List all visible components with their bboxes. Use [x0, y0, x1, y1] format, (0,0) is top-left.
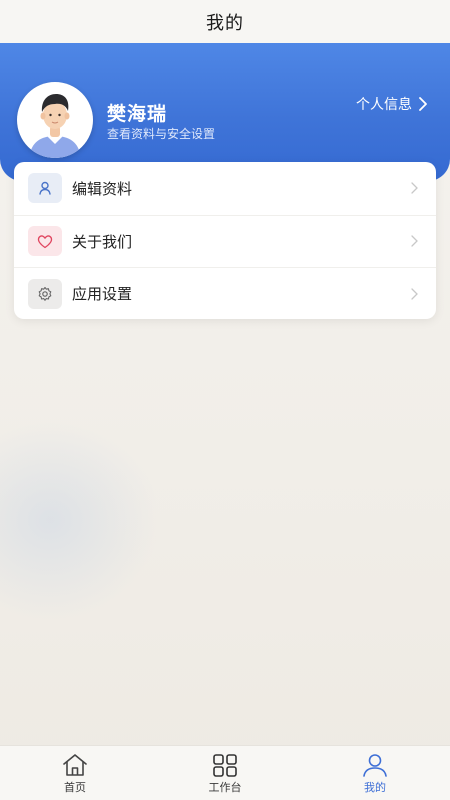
app-screen: 我的 樊海瑞 查看资料与安全设置 个人信息 编辑资料 关于我们 应用设置 首页 …: [0, 0, 450, 800]
menu-item-label: 编辑资料: [72, 179, 133, 198]
tab-label: 首页: [64, 781, 86, 794]
user-icon: [28, 173, 62, 204]
menu-card: 编辑资料 关于我们 应用设置: [14, 162, 436, 319]
menu-item-label: 应用设置: [72, 285, 133, 304]
personal-info-link[interactable]: 个人信息: [356, 94, 428, 114]
chevron-right-icon: [411, 288, 418, 300]
menu-item-label: 关于我们: [72, 232, 133, 251]
personal-info-label: 个人信息: [356, 97, 412, 113]
chevron-right-icon: [419, 97, 427, 111]
avatar[interactable]: [17, 82, 93, 158]
user-name: 樊海瑞: [107, 103, 168, 125]
top-bar: 我的: [0, 0, 450, 43]
menu-item-about-us[interactable]: 关于我们: [14, 214, 436, 268]
user-subtitle: 查看资料与安全设置: [107, 127, 216, 141]
background-tint: [0, 420, 160, 620]
chevron-right-icon: [411, 235, 418, 247]
tab-workbench[interactable]: 工作台: [150, 746, 300, 800]
tab-label: 工作台: [208, 781, 242, 794]
bottom-tab-bar: 首页 工作台 我的: [0, 745, 450, 800]
menu-item-app-settings[interactable]: 应用设置: [14, 267, 436, 319]
grid-icon: [213, 754, 237, 777]
person-icon: [363, 754, 387, 777]
tab-label: 我的: [364, 781, 386, 794]
page-title: 我的: [206, 12, 244, 34]
heart-icon: [28, 226, 62, 257]
menu-item-edit-profile[interactable]: 编辑资料: [14, 162, 436, 215]
tab-home[interactable]: 首页: [0, 746, 150, 800]
chevron-right-icon: [411, 182, 418, 194]
gear-icon: [28, 278, 62, 309]
tab-mine[interactable]: 我的: [300, 746, 450, 800]
home-icon: [63, 754, 87, 776]
